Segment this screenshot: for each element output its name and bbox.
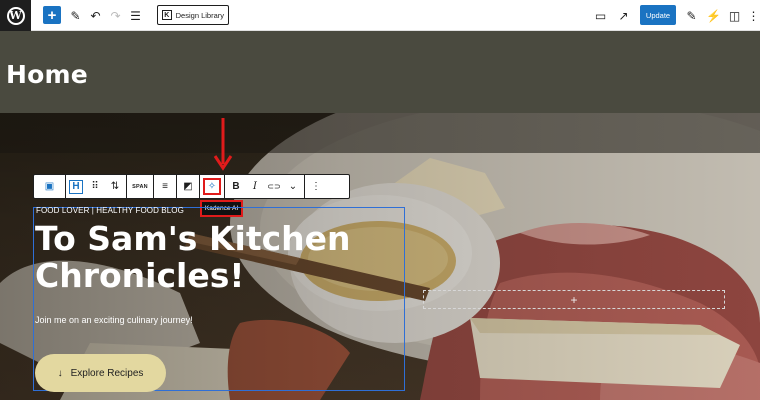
arrow-down-icon: ↓	[57, 367, 63, 379]
block-toolbar: ▣ H ⠿ ⇅ SPAN ≡ ◩ ✧ B I ⊂⊃ ⌄ ⋮	[33, 174, 350, 199]
explore-recipes-button[interactable]: ↓ Explore Recipes	[35, 354, 166, 392]
page-header-band	[0, 31, 760, 113]
italic-button[interactable]: I	[247, 178, 263, 196]
view-post-icon[interactable]: ↗	[614, 6, 633, 25]
annotation-arrow-icon	[213, 118, 233, 171]
design-library-label: Design Library	[175, 10, 224, 20]
align-text-icon[interactable]: ≡	[157, 178, 173, 196]
parent-block-image-icon[interactable]: ▣	[42, 178, 58, 196]
kadence-logo-icon: K	[162, 10, 172, 20]
add-block-placeholder[interactable]: +	[423, 290, 725, 309]
wordpress-icon: W	[6, 6, 25, 25]
link-icon[interactable]: ⊂⊃	[266, 178, 282, 196]
more-rich-text-icon[interactable]: ⌄	[285, 178, 301, 196]
plus-icon: +	[570, 292, 578, 307]
wordpress-logo[interactable]: W	[0, 0, 31, 31]
hero-heading[interactable]: To Sam's Kitchen Chronicles!	[35, 220, 375, 294]
editor-toolbar: W + ✎ ↶ ↷ ☰ K Design Library ▭ ↗ Update …	[0, 0, 760, 31]
tools-pencil-icon[interactable]: ✎	[66, 6, 85, 25]
explore-recipes-label: Explore Recipes	[70, 367, 144, 379]
dynamic-content-icon[interactable]: ◩	[180, 178, 196, 196]
heading-block-icon[interactable]: H	[69, 179, 83, 194]
design-library-button[interactable]: K Design Library	[157, 5, 229, 25]
hero-eyebrow-text[interactable]: FOOD LOVER | HEALTHY FOOD BLOG	[36, 206, 184, 215]
undo-icon[interactable]: ↶	[86, 6, 105, 25]
edit-styles-icon[interactable]: ✎	[682, 6, 701, 25]
settings-sidebar-icon[interactable]: ◫	[725, 6, 744, 25]
list-view-icon[interactable]: ☰	[126, 6, 145, 25]
update-button[interactable]: Update	[640, 5, 676, 25]
redo-icon[interactable]: ↷	[106, 6, 125, 25]
options-menu-icon[interactable]: ⋮	[744, 6, 760, 25]
add-block-button[interactable]: +	[43, 6, 61, 24]
block-options-icon[interactable]: ⋮	[308, 178, 324, 196]
move-up-down-icon[interactable]: ⇅	[107, 178, 123, 196]
preview-device-icon[interactable]: ▭	[591, 6, 610, 25]
kadence-ai-button[interactable]: ✧	[203, 178, 221, 195]
hero-subtext[interactable]: Join me on an exciting culinary journey!	[35, 315, 193, 325]
page-title[interactable]: Home	[6, 60, 88, 89]
drag-handle-icon[interactable]: ⠿	[87, 178, 103, 196]
bold-button[interactable]: B	[228, 178, 244, 196]
kadence-controls-icon[interactable]: ⚡	[704, 6, 723, 25]
span-button[interactable]: SPAN	[130, 178, 150, 196]
